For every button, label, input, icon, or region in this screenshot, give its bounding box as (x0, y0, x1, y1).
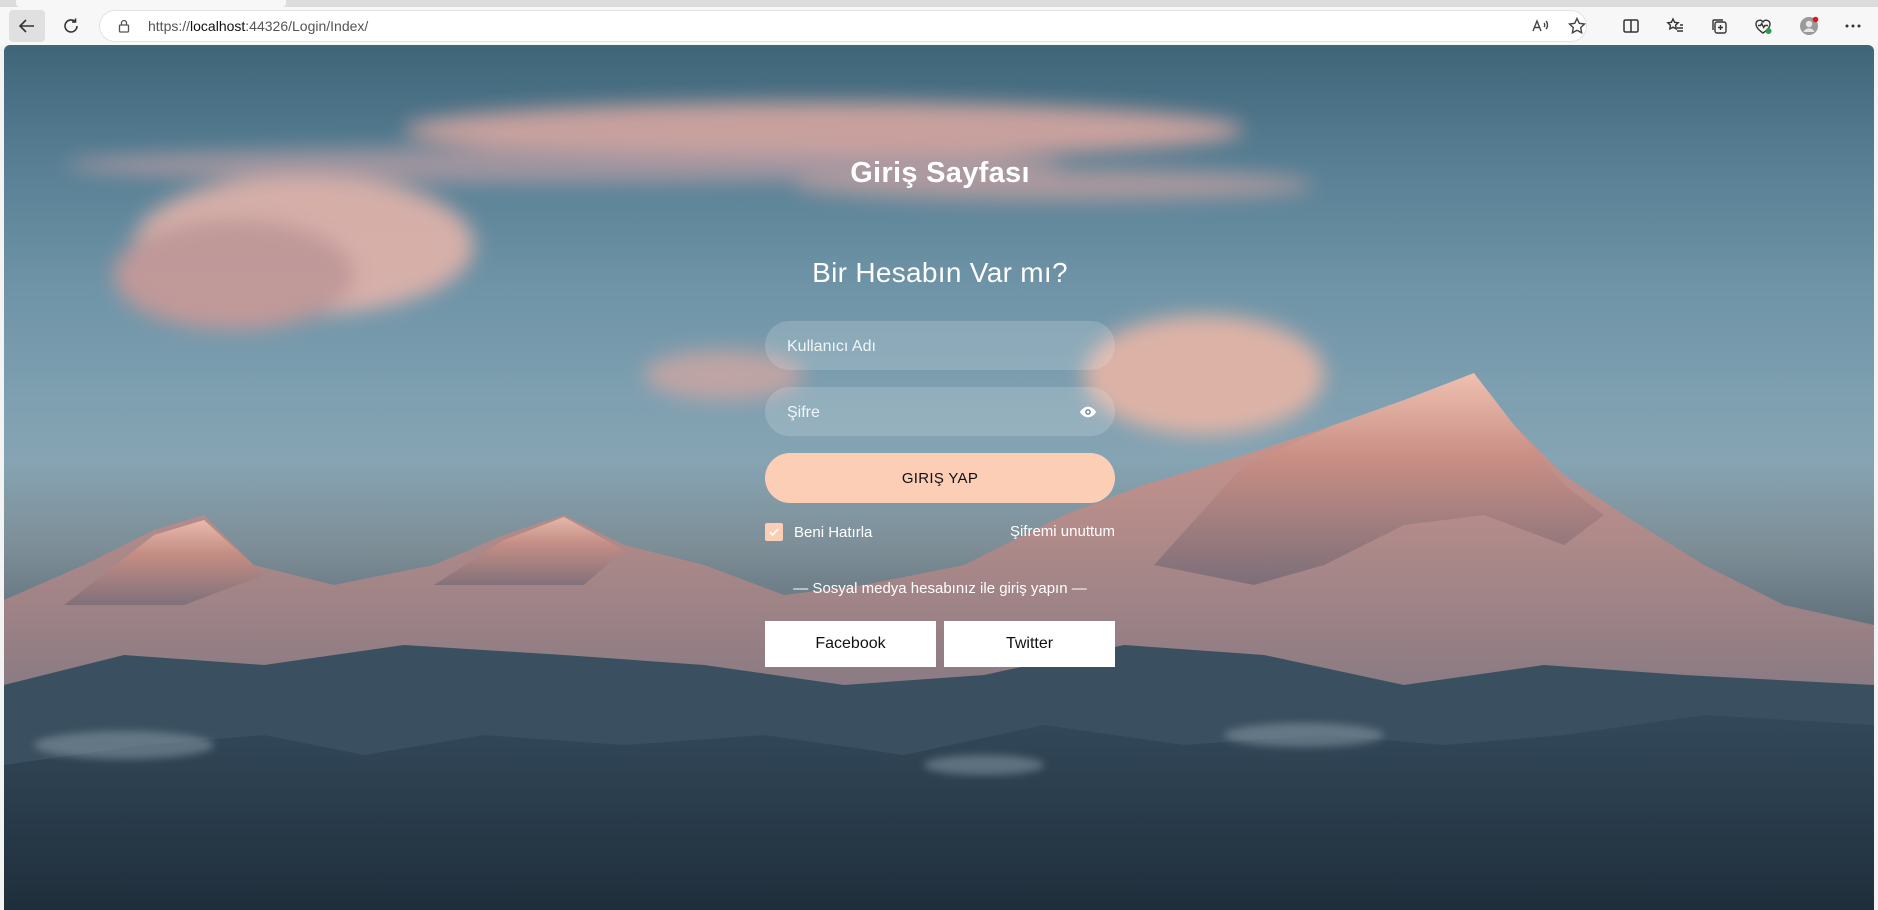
login-page-background: Giriş Sayfası Bir Hesabın Var mı? GIRIŞ … (4, 45, 1874, 910)
remember-label: Beni Hatırla (794, 523, 873, 541)
forgot-password-link[interactable]: Şifremi unuttum (1010, 523, 1115, 540)
url-text[interactable]: https://localhost:44326/Login/Index/ (148, 18, 368, 34)
refresh-icon[interactable] (53, 10, 89, 42)
read-aloud-icon[interactable] (1530, 16, 1550, 36)
password-input[interactable] (785, 387, 1079, 438)
page-title: Giriş Sayfası (850, 157, 1030, 189)
favorites-icon[interactable] (1657, 10, 1693, 42)
profile-icon[interactable] (1791, 10, 1827, 42)
browser-toolbar: https://localhost:44326/Login/Index/ (0, 7, 1878, 45)
active-tab[interactable] (16, 0, 286, 7)
back-icon[interactable] (9, 10, 45, 42)
more-icon[interactable] (1835, 10, 1871, 42)
address-bar[interactable]: https://localhost:44326/Login/Index/ (100, 11, 1587, 41)
tab-strip (0, 0, 1878, 7)
social-login-label: — Sosyal medya hesabınız ile giriş yapın… (793, 580, 1087, 597)
form-heading: Bir Hesabın Var mı? (812, 257, 1068, 288)
eye-icon[interactable] (1079, 403, 1097, 421)
check-icon (769, 528, 779, 537)
facebook-button[interactable]: Facebook (765, 621, 936, 667)
remember-checkbox[interactable] (765, 523, 783, 541)
password-field[interactable] (765, 387, 1115, 438)
twitter-button[interactable]: Twitter (944, 621, 1115, 667)
login-button[interactable]: GIRIŞ YAP (765, 453, 1115, 503)
username-field[interactable] (765, 321, 1115, 372)
remember-me[interactable]: Beni Hatırla (765, 523, 872, 541)
collections-icon[interactable] (1701, 10, 1737, 42)
favorite-star-icon[interactable] (1567, 16, 1587, 36)
lock-icon[interactable] (116, 18, 132, 34)
split-screen-icon[interactable] (1613, 10, 1649, 42)
browser-essentials-icon[interactable] (1745, 10, 1781, 42)
username-input[interactable] (785, 321, 1079, 372)
